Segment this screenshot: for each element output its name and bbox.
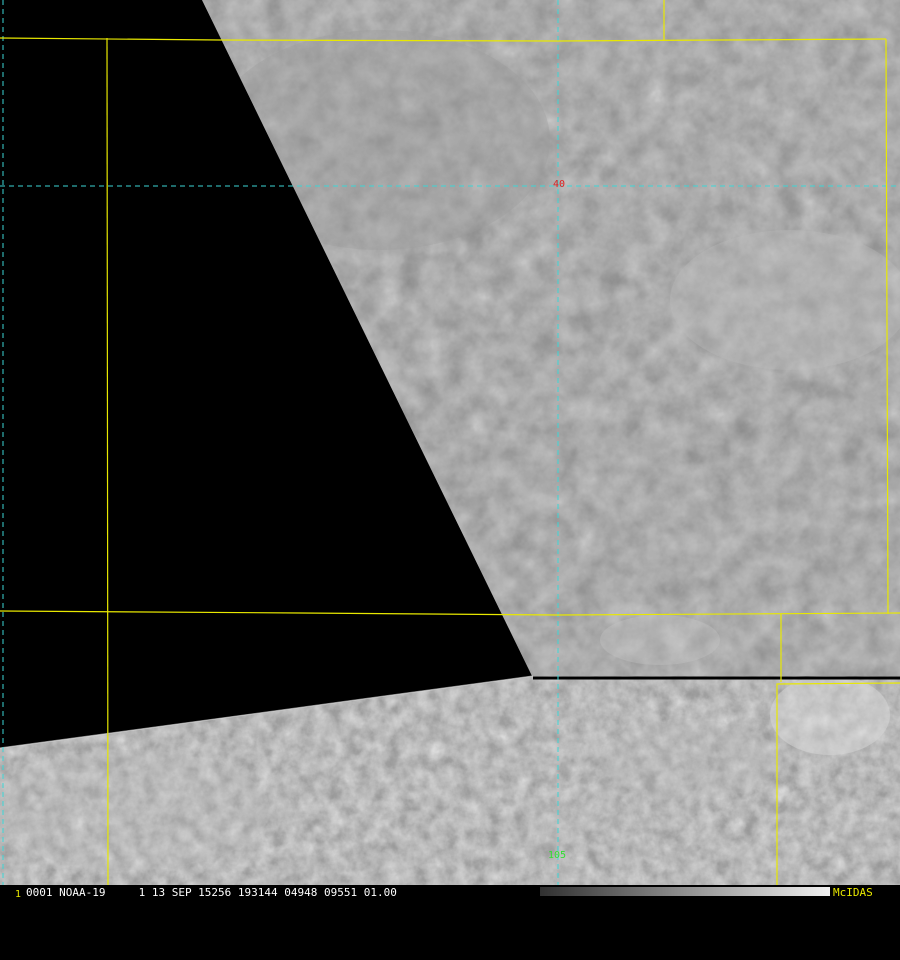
status-bar: 1 0001 NOAA-19 1 13 SEP 15256 193144 049… xyxy=(0,885,900,900)
color-scale-bar xyxy=(540,887,830,896)
latitude-label: 40 xyxy=(553,179,566,190)
mcidas-brand: McIDAS xyxy=(833,886,873,899)
status-text: 0001 NOAA-19 1 13 SEP 15256 193144 04948… xyxy=(26,886,397,899)
longitude-label: 105 xyxy=(548,850,567,861)
satellite-image-view xyxy=(0,0,900,885)
